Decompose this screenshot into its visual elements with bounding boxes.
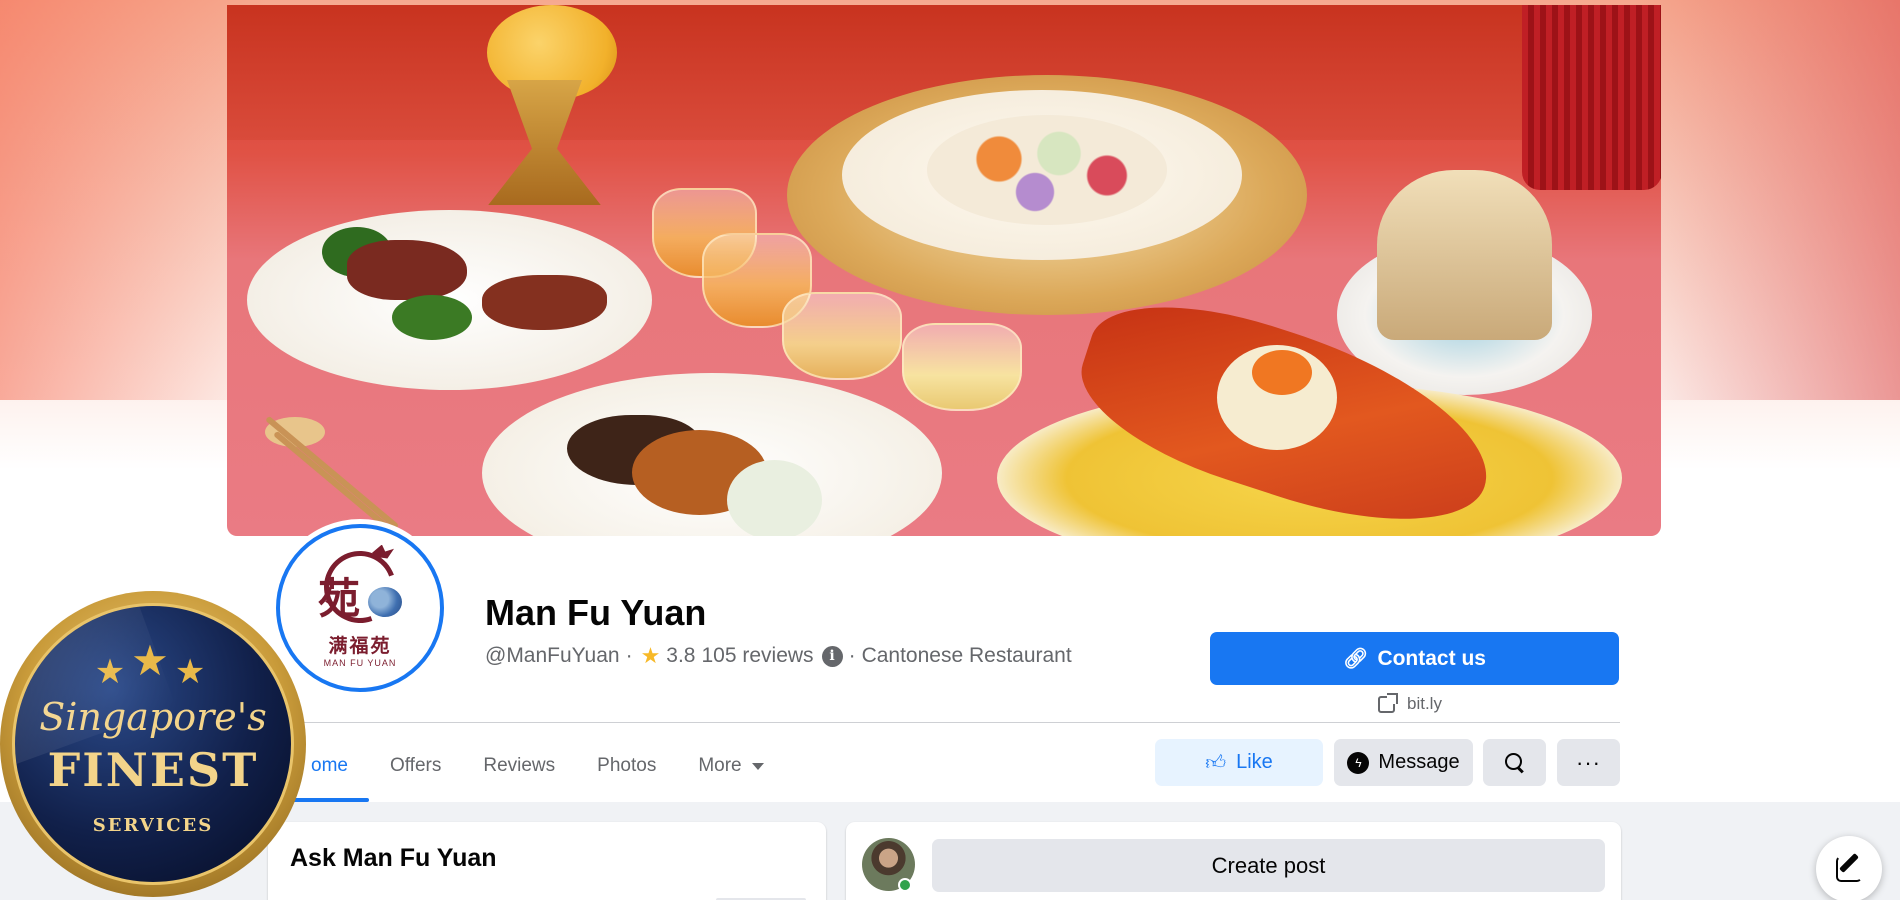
search-button[interactable] — [1483, 739, 1546, 786]
page-title: Man Fu Yuan — [485, 592, 707, 633]
contact-us-button[interactable]: 🔗︎ Contact us — [1210, 632, 1619, 685]
create-post-button[interactable]: Create post — [932, 839, 1605, 892]
star-icon: ★ — [640, 643, 661, 668]
like-label: Like — [1236, 751, 1273, 773]
page-handle: @ManFuYuan — [485, 644, 620, 667]
more-dots-icon: ··· — [1576, 749, 1601, 775]
badge-line-1: Singapore's — [39, 695, 267, 739]
logo-glyph: 苑 — [318, 573, 361, 623]
external-link-icon — [1378, 692, 1398, 713]
create-post-card: Create post — [846, 822, 1621, 900]
singapores-finest-badge: ★★★ Singapore's FINEST SERVICES — [0, 591, 306, 897]
logo-chinese-name: 满福苑 — [328, 634, 392, 657]
link-icon: 🔗︎ — [1343, 648, 1369, 670]
logo-emblem: 苑 — [310, 538, 410, 635]
badge-stars-icon: ★★★ — [94, 637, 212, 691]
tab-more[interactable]: More — [677, 730, 784, 802]
reviews-count-link[interactable]: 105 reviews — [702, 644, 814, 668]
logo-english-name: MAN FU YUAN — [323, 657, 397, 668]
new-message-button[interactable] — [1816, 836, 1882, 900]
search-icon — [1504, 752, 1525, 773]
thumbs-up-icon: 👍︎ — [1205, 751, 1227, 774]
badge-line-3: SERVICES — [92, 815, 214, 836]
restaurant-logo: 苑 满福苑 MAN FU YUAN — [276, 524, 444, 692]
messenger-icon: ϟ — [1347, 751, 1370, 774]
message-button[interactable]: ϟ Message — [1334, 739, 1473, 786]
info-icon[interactable]: i — [821, 645, 843, 667]
page-profile-picture[interactable]: 苑 满福苑 MAN FU YUAN — [271, 519, 449, 697]
more-options-button[interactable]: ··· — [1557, 739, 1620, 786]
contact-us-label: Contact us — [1377, 646, 1486, 670]
ask-page-card: Ask Man Fu Yuan — [268, 822, 826, 900]
website-link[interactable]: bit.ly — [1378, 692, 1442, 714]
rating-value: 3.8 — [666, 644, 696, 667]
tab-reviews[interactable]: Reviews — [462, 730, 576, 802]
meta-separator: · — [625, 644, 633, 667]
ask-card-title: Ask Man Fu Yuan — [290, 844, 497, 872]
website-link-text: bit.ly — [1407, 694, 1442, 713]
badge-seal: ★★★ Singapore's FINEST SERVICES — [12, 603, 294, 885]
badge-line-2: FINEST — [47, 743, 259, 797]
caret-down-icon — [751, 762, 764, 770]
tab-offers[interactable]: Offers — [369, 730, 462, 802]
cover-photo[interactable] — [227, 5, 1661, 536]
page-category: Cantonese Restaurant — [861, 644, 1072, 667]
tab-photos[interactable]: Photos — [576, 730, 677, 802]
message-label: Message — [1378, 751, 1460, 773]
header-divider — [290, 722, 1620, 723]
compose-icon — [1836, 856, 1862, 882]
page-meta: @ManFuYuan · ★ 3.8 105 reviews i · Canto… — [485, 643, 1072, 669]
online-status-indicator — [898, 878, 912, 892]
flower-icon — [368, 586, 402, 617]
page-tabs: ome Offers Reviews Photos More — [290, 730, 785, 802]
meta-separator: · — [848, 644, 856, 667]
like-button[interactable]: 👍︎ Like — [1155, 739, 1323, 786]
